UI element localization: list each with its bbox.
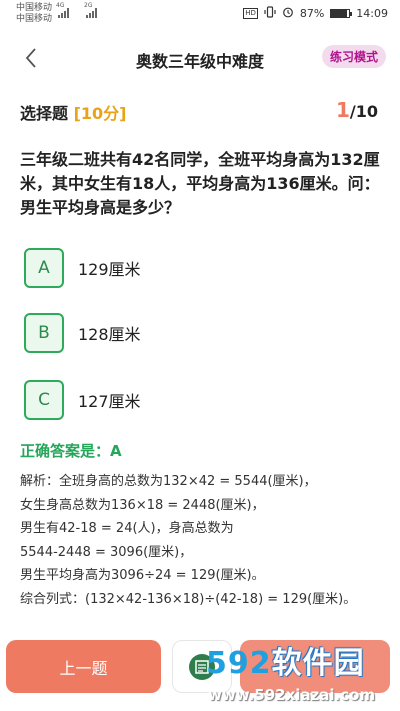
network-type-1: 4G (56, 2, 65, 9)
carrier-1: 中国移动 (16, 3, 53, 13)
explanation-line: 男生平均身高为3096÷24 = 129(厘米)。 (20, 568, 265, 583)
option-b-letter: B (24, 313, 64, 353)
option-a[interactable]: A 129厘米 (24, 246, 344, 290)
alarm-icon (282, 6, 294, 21)
explanation-line: 5544-2448 = 3096(厘米)， (20, 544, 193, 560)
explanation-line: 解析：全班身高的总数为132×42 = 5544(厘米)， (20, 474, 317, 489)
total-questions: /10 (349, 102, 378, 121)
header-bar: 奥数三年级中难度 练习模式 (0, 40, 400, 80)
battery-icon (330, 9, 353, 18)
current-question-number: 1 (335, 98, 350, 122)
option-c-text: 127厘米 (78, 392, 141, 411)
question-progress: 1/10 (336, 98, 378, 122)
watermark-logo-text: 软件园 (271, 646, 365, 681)
watermark-logo-number: 592 (206, 646, 272, 681)
carrier-2: 中国移动 (16, 14, 53, 24)
explanation-line: 综合列式：(132×42-136×18)÷(42-18) = 129(厘米)。 (20, 591, 357, 607)
battery-text: 87% (299, 7, 325, 20)
battery-fill (331, 10, 347, 17)
watermark-logo: 592软件园 (206, 638, 365, 682)
hd-icon: HD (243, 8, 258, 19)
previous-question-button[interactable]: 上一题 (6, 640, 161, 693)
status-bar: 中国移动 中国移动 4G 2G HD 87% 14:09 (0, 0, 400, 28)
network-type-2: 2G (84, 2, 93, 9)
clock: 14:09 (356, 7, 388, 20)
signal-2-icon: 2G (84, 2, 97, 18)
explanation: 解析：全班身高的总数为132×42 = 5544(厘米)， 女生身高总数为136… (20, 470, 388, 611)
watermark-url: www.592xiazai.com (208, 686, 376, 704)
option-a-letter: A (24, 248, 64, 288)
practice-mode-badge[interactable]: 练习模式 (321, 45, 386, 68)
option-b-text: 128厘米 (78, 325, 141, 344)
explanation-line: 女生身高总数为136×18 = 2448(厘米)， (20, 497, 265, 513)
option-a-text: 129厘米 (78, 260, 141, 279)
vibrate-icon (264, 6, 276, 21)
correct-answer: 正确答案是：A (20, 442, 122, 460)
question-type: 选择题 [10分] (20, 100, 127, 124)
signal-1-icon: 4G (56, 2, 69, 18)
option-c[interactable]: C 127厘米 (24, 378, 344, 422)
question-text: 三年级二班共有42名同学，全班平均身高为132厘米，其中女生有18人，平均身高为… (20, 150, 380, 217)
question-score: [10分] (73, 104, 127, 123)
option-c-letter: C (24, 380, 64, 420)
option-b[interactable]: B 128厘米 (24, 311, 344, 355)
explanation-line: 男生有42-18 = 24(人)，身高总数为 (20, 521, 234, 536)
watermark: 592软件园 www.592xiazai.com (192, 630, 400, 711)
question-type-label: 选择题 (20, 104, 69, 123)
carrier-labels: 中国移动 中国移动 (16, 3, 52, 25)
